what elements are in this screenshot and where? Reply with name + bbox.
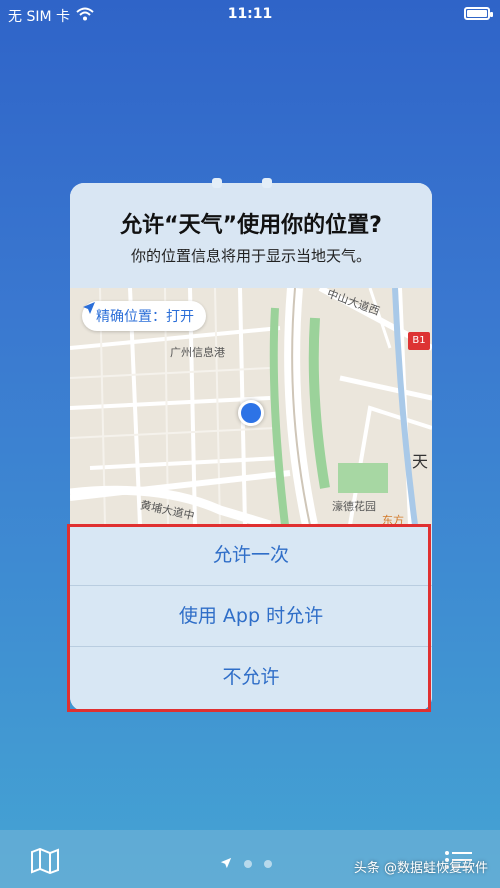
location-map: 精确位置：打开 广州信息港 中山大道西 天 濠德花园 黄埔大道中 东方 B1 <box>70 288 432 525</box>
map-label-tianhe: 天 <box>412 452 429 471</box>
dialog-subtitle: 你的位置信息将用于显示当地天气。 <box>130 247 371 265</box>
map-label-park: 濠德花园 <box>332 500 376 513</box>
map-icon[interactable] <box>30 847 60 878</box>
watermark: 头条 @数据蛙恢复软件 <box>353 861 488 876</box>
page-dot <box>244 859 252 868</box>
dialog-title: 允许“天气”使用你的位置? <box>120 213 382 238</box>
dialog-notch-right <box>262 178 272 188</box>
map-badge: B1 <box>408 332 430 350</box>
precise-location-label: 精确位置：打开 <box>96 309 194 325</box>
battery-icon <box>464 7 493 20</box>
status-bar: 无 SIM 卡 11:11 <box>0 0 500 30</box>
battery-fill <box>467 10 487 17</box>
map-label-guangzhou: 广州信息港 <box>170 346 225 359</box>
status-time: 11:11 <box>227 6 273 22</box>
current-location-dot <box>238 400 264 426</box>
page-indicator[interactable] <box>220 854 272 873</box>
location-arrow-icon <box>220 854 232 873</box>
precise-location-toggle[interactable]: 精确位置：打开 <box>82 301 206 331</box>
dialog-notch-left <box>212 178 222 188</box>
options-highlight-box <box>67 524 431 712</box>
page-dot <box>264 859 272 868</box>
dialog-header: 允许“天气”使用你的位置? 你的位置信息将用于显示当地天气。 <box>70 183 432 288</box>
